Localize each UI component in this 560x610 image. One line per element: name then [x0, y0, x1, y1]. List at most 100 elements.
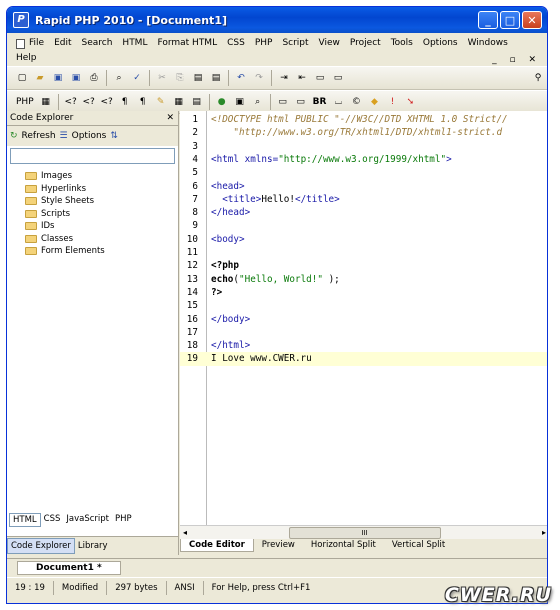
nbsp-icon[interactable]: ⌴ [331, 95, 345, 109]
horizontal-scrollbar[interactable]: ◂ III ▸ [180, 525, 547, 539]
form-icon[interactable]: ▦ [39, 95, 53, 109]
window-layout-icon[interactable]: ▭ [313, 71, 327, 85]
menu-tools[interactable]: Tools [386, 36, 418, 51]
refresh-icon[interactable]: ↻ [10, 131, 18, 141]
print-icon[interactable]: ⎙ [87, 71, 101, 85]
document-tab[interactable]: Document1 * [17, 561, 121, 575]
mdi-controls[interactable]: _ ▫ ✕ [492, 55, 541, 65]
arrow-icon[interactable]: ➘ [403, 95, 417, 109]
edit-icon[interactable]: ✎ [154, 95, 168, 109]
menu-format-html[interactable]: Format HTML [152, 36, 222, 51]
paste-icon[interactable]: ▤ [191, 71, 205, 85]
php-echo-icon[interactable]: <? [82, 95, 96, 109]
document-icon[interactable]: ▤ [190, 95, 204, 109]
indent-icon[interactable]: ⇥ [277, 71, 291, 85]
tab-library[interactable]: Library [75, 539, 111, 553]
title-bar[interactable]: P Rapid PHP 2010 - [Document1] _ □ ✕ [7, 7, 547, 33]
filter-input[interactable] [10, 148, 175, 164]
explorer-tree: Images Hyperlinks Style Sheets Scripts I… [7, 170, 178, 258]
menu-script[interactable]: Script [277, 36, 313, 51]
close-panel-icon[interactable]: ✕ [166, 111, 174, 125]
color-icon[interactable]: ◆ [367, 95, 381, 109]
menu-project[interactable]: Project [345, 36, 386, 51]
zoom-icon[interactable]: ⌕ [251, 95, 265, 109]
cut-icon[interactable]: ✂ [155, 71, 169, 85]
undo-icon[interactable]: ↶ [234, 71, 248, 85]
table-icon[interactable]: ▦ [172, 95, 186, 109]
menu-php[interactable]: PHP [250, 36, 278, 51]
close-button[interactable]: ✕ [522, 11, 542, 29]
tree-item-images[interactable]: Images [25, 170, 178, 183]
minimize-button[interactable]: _ [478, 11, 498, 29]
menu-css[interactable]: CSS [222, 36, 250, 51]
maximize-button[interactable]: □ [500, 11, 520, 29]
tree-item-ids[interactable]: IDs [25, 220, 178, 233]
copyright-icon[interactable]: © [349, 95, 363, 109]
window-title: Rapid PHP 2010 - [Document1] [35, 13, 228, 27]
refresh-button[interactable]: Refresh [22, 131, 56, 141]
tab-javascript[interactable]: JavaScript [63, 513, 112, 527]
code-line: 11 [180, 246, 547, 259]
line-number: 8 [192, 207, 198, 219]
scroll-right-icon[interactable]: ▸ [542, 528, 546, 537]
line-number: 7 [192, 193, 198, 205]
redo-icon[interactable]: ↷ [252, 71, 266, 85]
paste-special-icon[interactable]: ▤ [209, 71, 223, 85]
copy-icon[interactable]: ⎘ [173, 71, 187, 85]
menu-options[interactable]: Options [418, 36, 463, 51]
find-icon[interactable]: ⌕ [112, 71, 126, 85]
class-icon[interactable]: ¶ [136, 95, 150, 109]
tab-code-editor[interactable]: Code Editor [180, 539, 254, 552]
panel-layout-icon[interactable]: ▭ [331, 71, 345, 85]
menu-html[interactable]: HTML [117, 36, 152, 51]
scroll-left-icon[interactable]: ◂ [183, 528, 187, 537]
find-replace-icon[interactable]: ⚲ [531, 71, 545, 85]
options-button[interactable]: Options [72, 131, 107, 141]
save-icon[interactable]: ▣ [51, 71, 65, 85]
br-button[interactable]: BR [313, 97, 327, 107]
code-line: 13 echo("Hello, World!" ); [180, 273, 547, 286]
menu-view[interactable]: View [314, 36, 345, 51]
menu-file[interactable]: File [11, 36, 49, 51]
php-dropdown[interactable]: PHP [16, 97, 34, 107]
code-editor[interactable]: 1 <!DOCTYPE html PUBLIC "-//W3C//DTD XHTM… [180, 111, 547, 525]
menu-edit[interactable]: Edit [49, 36, 76, 51]
tree-item-classes[interactable]: Classes [25, 233, 178, 246]
document-tabs: Document1 * [7, 558, 547, 577]
options-icon[interactable]: ☰ [60, 131, 68, 141]
tab-horizontal-split[interactable]: Horizontal Split [303, 539, 384, 551]
tree-item-scripts[interactable]: Scripts [25, 208, 178, 221]
folder-icon [25, 172, 37, 181]
tree-item-hyperlinks[interactable]: Hyperlinks [25, 183, 178, 196]
scroll-thumb[interactable]: III [288, 526, 441, 539]
function-icon[interactable]: ¶ [118, 95, 132, 109]
menu-search[interactable]: Search [77, 36, 118, 51]
new-file-icon[interactable]: ▢ [15, 71, 29, 85]
image-icon[interactable]: ▣ [233, 95, 247, 109]
menu-help[interactable]: Help [11, 51, 42, 66]
app-icon: P [13, 12, 29, 28]
span-icon[interactable]: ▭ [294, 95, 308, 109]
alert-icon[interactable]: ! [385, 95, 399, 109]
code-line: 7 <title>Hello!</title> [180, 193, 547, 206]
tab-preview[interactable]: Preview [254, 539, 303, 551]
tab-html[interactable]: HTML [9, 513, 41, 527]
outdent-icon[interactable]: ⇤ [295, 71, 309, 85]
div-icon[interactable]: ▭ [276, 95, 290, 109]
sort-icon[interactable]: ⇅ [110, 131, 118, 141]
globe-icon[interactable]: ● [215, 95, 229, 109]
tree-item-form-elements[interactable]: Form Elements [25, 245, 178, 258]
spellcheck-icon[interactable]: ✓ [130, 71, 144, 85]
php-block-icon[interactable]: <? [100, 95, 114, 109]
tree-item-style-sheets[interactable]: Style Sheets [25, 195, 178, 208]
tab-code-explorer[interactable]: Code Explorer [7, 538, 75, 554]
toolbar-separator [228, 70, 229, 86]
save-all-icon[interactable]: ▣ [69, 71, 83, 85]
php-tag-icon[interactable]: <? [64, 95, 78, 109]
tab-php[interactable]: PHP [112, 513, 135, 527]
line-number: 10 [186, 233, 198, 245]
menu-windows[interactable]: Windows [463, 36, 513, 51]
tab-vertical-split[interactable]: Vertical Split [384, 539, 453, 551]
open-folder-icon[interactable]: ▰ [33, 71, 47, 85]
tab-css[interactable]: CSS [41, 513, 64, 527]
